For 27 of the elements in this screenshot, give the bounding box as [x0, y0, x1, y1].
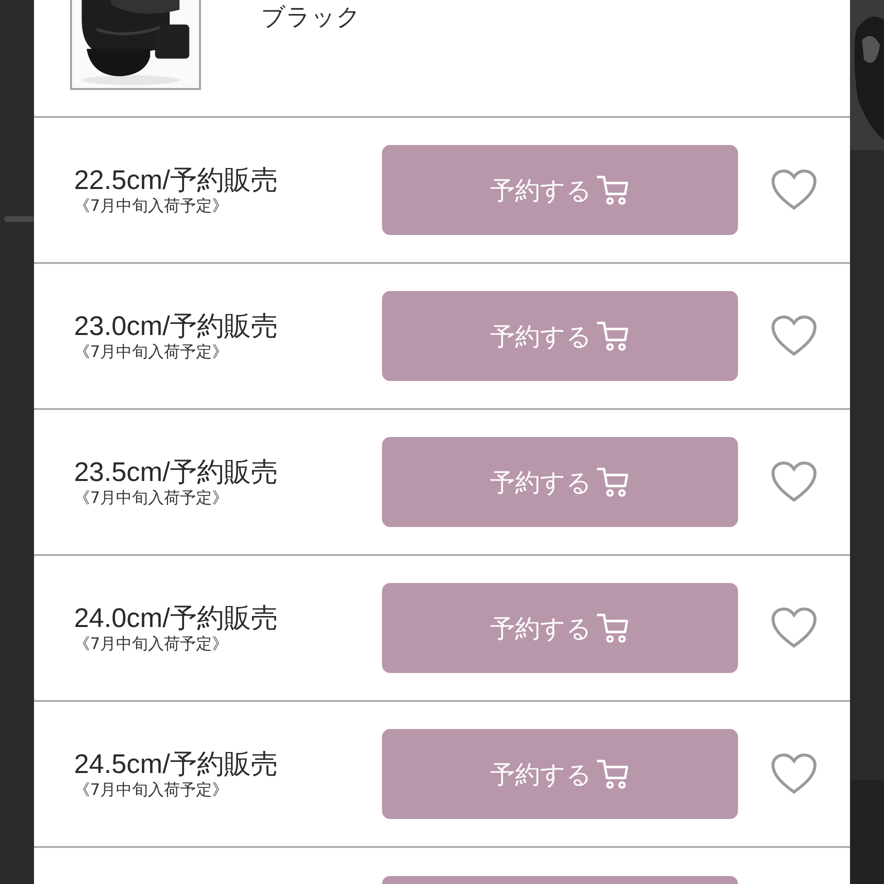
arrival-note: 《7月中旬入荷予定》: [74, 342, 230, 362]
size-label: 22.5cm/予約販売: [74, 164, 280, 196]
heart-icon[interactable]: [770, 314, 818, 358]
reserve-button[interactable]: 予約する: [382, 291, 738, 381]
heart-icon[interactable]: [770, 168, 818, 212]
heart-icon[interactable]: [770, 752, 818, 796]
cart-icon: [596, 174, 630, 206]
backdrop-bar: [4, 216, 34, 222]
arrival-note: 《7月中旬入荷予定》: [74, 780, 230, 800]
cart-icon: [596, 758, 630, 790]
arrival-note: 《7月中旬入荷予定》: [74, 634, 230, 654]
heart-icon[interactable]: [770, 460, 818, 504]
cart-icon: [596, 612, 630, 644]
heart-icon[interactable]: [770, 606, 818, 650]
reserve-button[interactable]: 予約する: [382, 583, 738, 673]
cart-icon: [596, 466, 630, 498]
color-name: ブラック: [261, 2, 361, 32]
reserve-button[interactable]: 予約する: [382, 437, 738, 527]
arrival-note: 《7月中旬入荷予定》: [74, 196, 230, 216]
size-label: 23.5cm/予約販売: [74, 456, 280, 488]
size-label: 23.0cm/予約販売: [74, 310, 280, 342]
size-label: 24.5cm/予約販売: [74, 748, 280, 780]
cart-icon: [596, 320, 630, 352]
arrival-note: 《7月中旬入荷予定》: [74, 488, 230, 508]
reserve-button[interactable]: 予約する: [382, 145, 738, 235]
reserve-button[interactable]: 予約する: [382, 729, 738, 819]
size-label: 24.0cm/予約販売: [74, 602, 280, 634]
